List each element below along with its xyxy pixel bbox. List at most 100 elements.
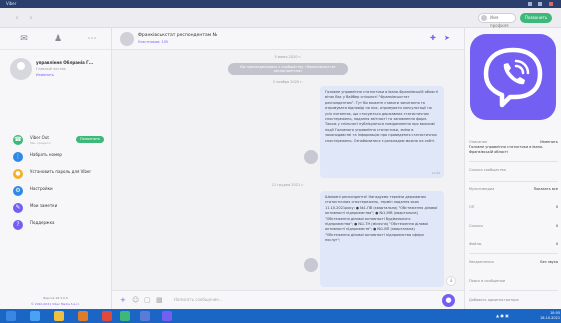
- message-text: Головне управління статистики в Івано-Фр…: [325, 90, 439, 143]
- add-admin-link[interactable]: Добавить администратора: [469, 298, 558, 302]
- plus-icon[interactable]: +: [120, 296, 126, 304]
- notifications-row[interactable]: Уведомления Без звука: [469, 260, 558, 264]
- start-icon[interactable]: [6, 311, 16, 321]
- description-text: Головне управління статистики в Івано-Фр…: [469, 145, 544, 154]
- avatar[interactable]: [120, 32, 134, 46]
- divider: [469, 253, 558, 254]
- viber-taskbar-icon[interactable]: [162, 311, 172, 321]
- sidebar-item-dial[interactable]: ⋮ Набрать номер: [0, 149, 111, 166]
- browser-icon[interactable]: [30, 311, 40, 321]
- chat-title[interactable]: Франківськстат респондентам №: [138, 33, 217, 38]
- message-bubble[interactable]: Головне управління статистики в Івано-Фр…: [320, 86, 444, 178]
- clock[interactable]: 10:05 18.10.2021: [540, 311, 560, 321]
- edit-description-link[interactable]: Изменить: [540, 140, 558, 144]
- media-icon[interactable]: [78, 311, 88, 321]
- date-separator: 5 июня 2020 г.: [274, 55, 302, 59]
- user-chip-label: Имя профиля: [490, 15, 509, 28]
- files-row-label: Файлы: [469, 242, 482, 246]
- minimize-button[interactable]: [528, 2, 532, 6]
- clock-time: 10:05: [549, 311, 561, 315]
- sidebar-item-label: Viber Out: [30, 135, 49, 140]
- viber-logo: [470, 34, 556, 120]
- gear-icon: ⚙: [13, 186, 23, 196]
- app-window: Viber ‹ › Имя профиля Позвонить ✉ ♟ ⋯ уп…: [0, 0, 561, 323]
- explorer-icon[interactable]: [140, 311, 150, 321]
- message-bubble[interactable]: Шановні респонденти! Нагадуємо терміни д…: [320, 191, 444, 287]
- call-button[interactable]: Позвонить: [520, 13, 552, 23]
- avatar[interactable]: [304, 150, 318, 164]
- folder-icon[interactable]: [54, 311, 64, 321]
- files-row[interactable]: Файлы 0: [469, 242, 558, 246]
- lock-icon: ●: [13, 169, 23, 179]
- dialpad-icon: ⋮: [13, 152, 23, 162]
- sidebar-item-settings[interactable]: ⚙ Настройки: [0, 183, 111, 200]
- date-separator: 11 грудня 2021 г.: [271, 183, 305, 187]
- notifications-value: Без звука: [540, 260, 558, 264]
- app-icon[interactable]: [120, 311, 130, 321]
- title-bar: Viber: [0, 0, 561, 8]
- back-arrow-icon[interactable]: ‹: [12, 13, 22, 23]
- search-in-messages[interactable]: Поиск в сообщении: [469, 279, 558, 283]
- window-title: Viber: [6, 1, 17, 6]
- sidebar-item-label: Мои заметки: [30, 203, 58, 208]
- sticker-icon[interactable]: ▢: [144, 296, 151, 304]
- message-text: Шановні респонденти! Нагадуємо терміни д…: [325, 195, 438, 243]
- forward-arrow-icon[interactable]: ›: [26, 13, 36, 23]
- divider: [469, 161, 558, 162]
- copyright-link[interactable]: © 2010-2021 Viber Media S.à r.l.: [0, 302, 111, 306]
- divider: [469, 181, 558, 182]
- sidebar-item-sub: Мiн. кредити: [30, 141, 51, 145]
- emoji-icon[interactable]: ☺: [132, 296, 139, 304]
- add-member-icon[interactable]: ✚: [430, 34, 436, 42]
- info-panel: Описание Изменить Головне управління ста…: [464, 28, 561, 309]
- system-tray[interactable]: ▲ ● ▣: [496, 313, 509, 318]
- community-link-label[interactable]: Ссылка сообщества: [469, 168, 558, 172]
- chat-icon[interactable]: ✉: [18, 34, 30, 44]
- edit-profile-link[interactable]: Изменить: [36, 73, 54, 77]
- sidebar-item-password[interactable]: ● Установить пароль для Viber: [0, 166, 111, 183]
- sidebar-item-label: Установить пароль для Viber: [30, 169, 92, 174]
- top-up-button[interactable]: Пополнить: [76, 136, 104, 143]
- contacts-icon[interactable]: ♟: [52, 34, 64, 44]
- profile-card[interactable]: управління Облраніа Г... Главный постав …: [0, 50, 111, 90]
- phone-icon: ☎: [13, 135, 23, 145]
- sidebar-item-notes[interactable]: ✎ Мои заметки: [0, 200, 111, 217]
- gif-icon[interactable]: ▩: [156, 296, 163, 304]
- scroll-down-button[interactable]: ↓: [446, 276, 456, 286]
- description-label: Описание: [469, 140, 488, 144]
- notes-icon: ✎: [13, 203, 23, 213]
- top-toolbar: ‹ › Имя профиля Позвонить: [0, 8, 561, 28]
- media-row[interactable]: ОП 0: [469, 205, 558, 209]
- message-time: 11:00: [431, 170, 440, 175]
- share-icon[interactable]: ➤: [444, 34, 450, 42]
- sidebar-item-label: Набрать номер: [30, 152, 62, 157]
- description-header: Описание Изменить: [469, 140, 558, 144]
- chat-panel: Франківськстат респондентам № Участников…: [112, 28, 464, 309]
- version-text: Версия 18.3.0.6: [43, 296, 68, 300]
- links-row[interactable]: Ссылки 0: [469, 224, 558, 228]
- chrome-icon[interactable]: [102, 311, 112, 321]
- media-header: Мультимедиа Показать все: [469, 187, 558, 191]
- sidebar-item-label: Настройки: [30, 186, 53, 191]
- message-composer: + ☺ ▢ ▩ Написать сообщение... ●: [112, 290, 464, 309]
- taskbar: ▲ ● ▣ 10:05 18.10.2021: [0, 309, 561, 323]
- more-icon[interactable]: ⋯: [86, 34, 98, 44]
- media-row-count: 0: [555, 205, 558, 209]
- divider: [469, 290, 558, 291]
- media-label: Мультимедиа: [469, 187, 495, 191]
- notifications-label: Уведомления: [469, 260, 494, 264]
- sidebar-item-viber-out[interactable]: ☎ Viber Out Мiн. кредити Пополнить: [0, 132, 111, 149]
- sidebar-tabs: ✉ ♟ ⋯: [0, 28, 111, 50]
- avatar: [481, 15, 487, 21]
- avatar[interactable]: [304, 258, 318, 272]
- sidebar-item-label: Поддержка: [30, 220, 55, 225]
- close-button[interactable]: [549, 2, 553, 6]
- chat-subtitle: Участников: 105: [138, 40, 169, 44]
- voice-message-icon[interactable]: ●: [442, 294, 455, 307]
- user-chip[interactable]: Имя профиля: [478, 13, 516, 28]
- maximize-button[interactable]: [538, 2, 542, 6]
- message-input[interactable]: Написать сообщение...: [174, 297, 223, 302]
- sidebar-item-support[interactable]: ? Поддержка: [0, 217, 111, 234]
- avatar: [10, 58, 32, 80]
- show-all-link[interactable]: Показать все: [534, 187, 558, 191]
